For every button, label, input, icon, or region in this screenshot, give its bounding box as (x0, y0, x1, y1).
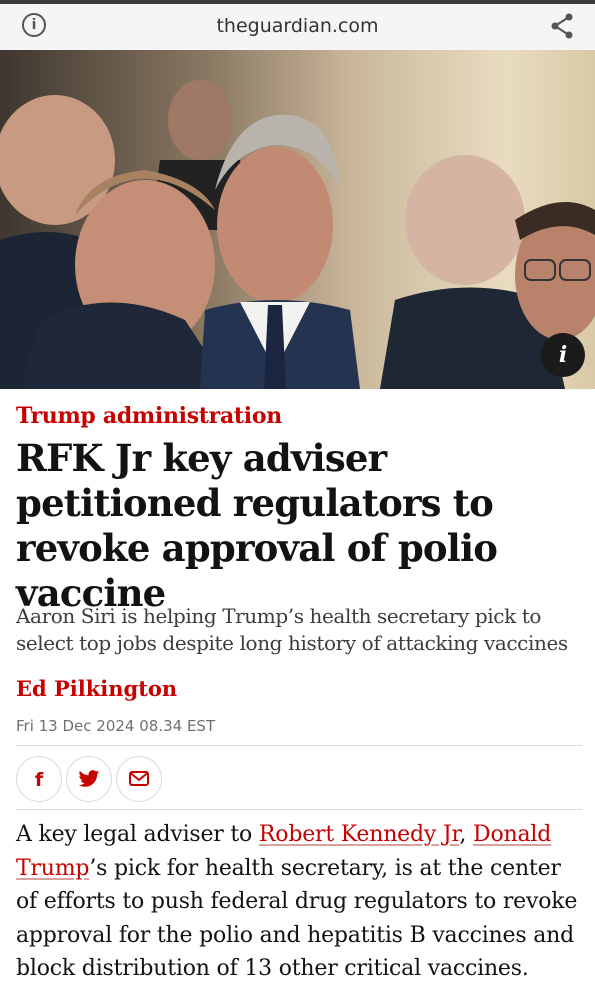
section-kicker[interactable]: Trump administration (16, 403, 282, 429)
svg-text:f: f (35, 769, 44, 790)
url-text[interactable]: theguardian.com (0, 15, 595, 37)
author-byline[interactable]: Ed Pilkington (16, 676, 177, 701)
facebook-share-button[interactable]: f (16, 756, 62, 802)
hero-illustration (0, 50, 595, 389)
article-standfirst: Aaron Siri is helping Trump’s health sec… (16, 604, 568, 655)
browser-bar: i theguardian.com (0, 0, 595, 50)
robert-kennedy-link[interactable]: Robert Kennedy Jr (259, 822, 460, 847)
email-icon (129, 771, 149, 786)
article-body: A key legal adviser to Robert Kennedy Jr… (16, 818, 586, 986)
caption-info-button[interactable]: i (541, 333, 585, 377)
facebook-icon: f (35, 769, 44, 790)
divider (16, 745, 582, 746)
publish-date: Fri 13 Dec 2024 08.34 EST (16, 717, 216, 735)
email-share-button[interactable] (116, 756, 162, 802)
body-text-segment: A key legal adviser to (16, 822, 259, 847)
article-headline: RFK Jr key adviser petitioned regulators… (16, 436, 498, 615)
twitter-icon (78, 770, 100, 787)
hero-photo: i (0, 50, 595, 389)
body-text-segment: , (459, 822, 474, 847)
share-icon[interactable] (549, 12, 575, 40)
twitter-share-button[interactable] (66, 756, 112, 802)
body-text-segment: ’s pick for health secretary, is at the … (16, 855, 578, 982)
divider (16, 809, 582, 810)
